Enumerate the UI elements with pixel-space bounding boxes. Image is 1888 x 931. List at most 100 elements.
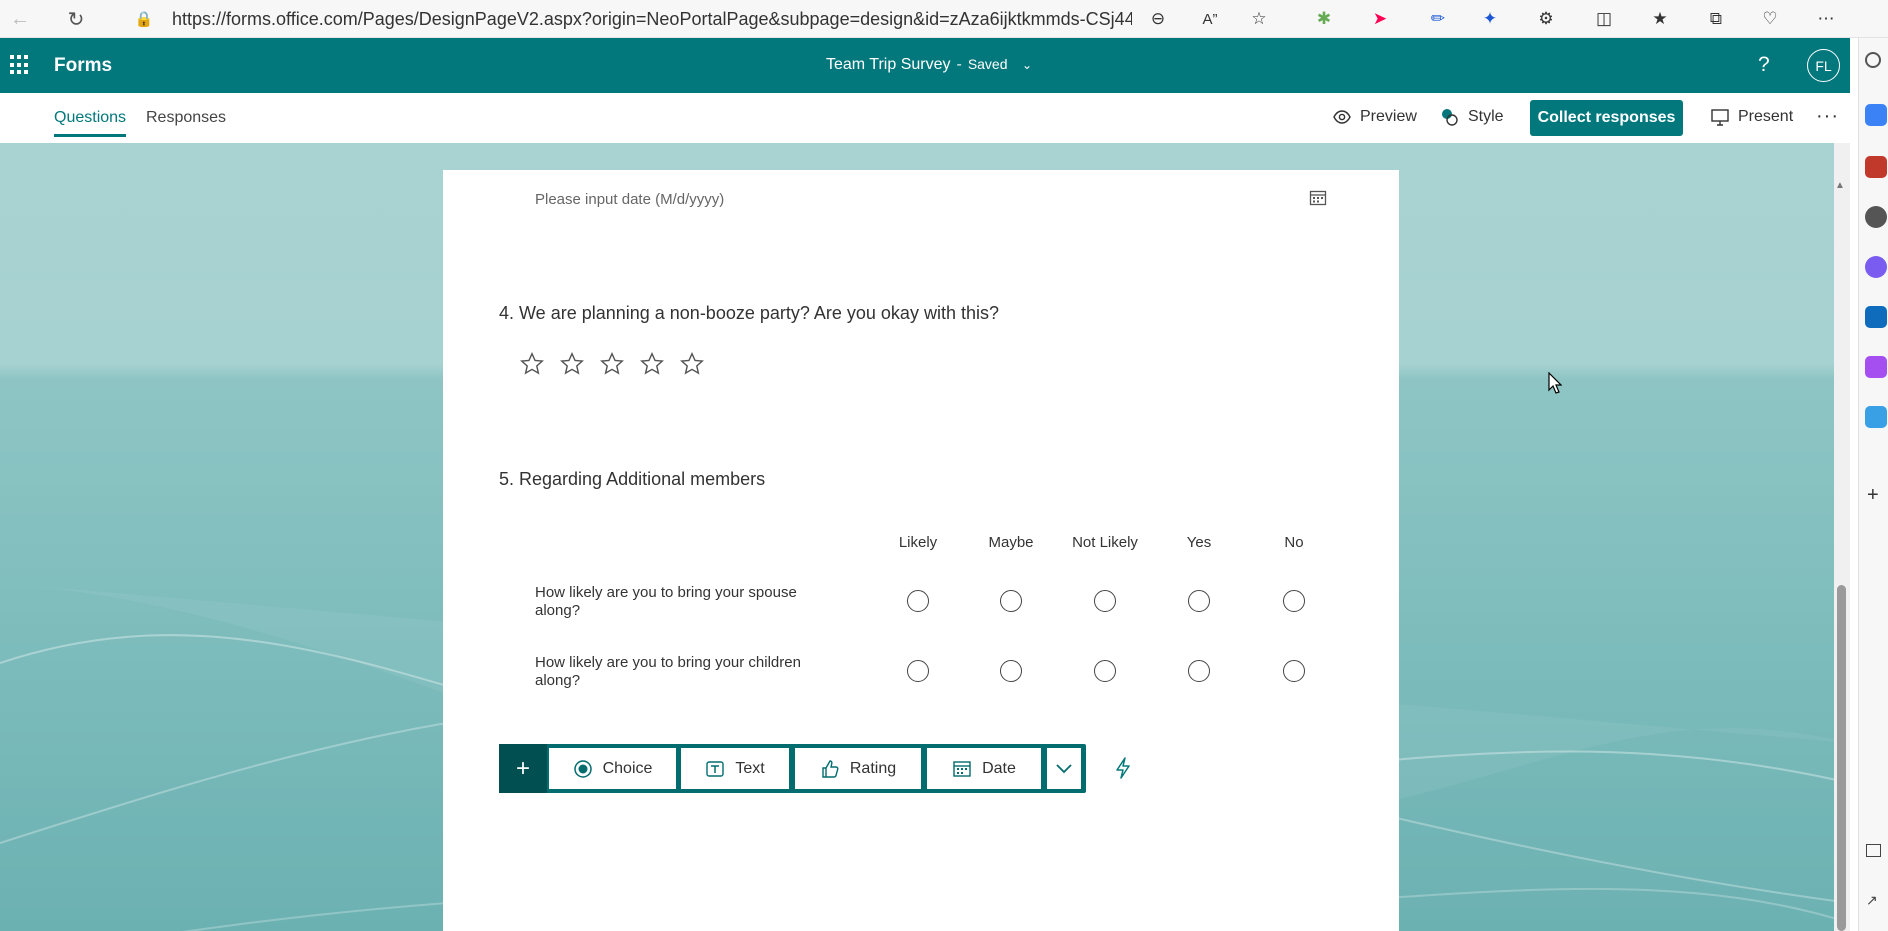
edge-sidebar: + ↗ bbox=[1858, 38, 1888, 931]
likert-radio[interactable] bbox=[1000, 590, 1022, 612]
extension-swift-icon[interactable]: ➤ bbox=[1368, 7, 1392, 31]
app-name[interactable]: Forms bbox=[54, 55, 112, 77]
likert-column-header: No bbox=[1284, 534, 1304, 551]
likert-radio[interactable] bbox=[1094, 590, 1116, 612]
present-label: Present bbox=[1738, 108, 1794, 125]
lock-icon[interactable]: 🔒 bbox=[130, 5, 158, 33]
likert-radio[interactable] bbox=[1283, 590, 1305, 612]
eye-icon bbox=[1333, 110, 1351, 124]
more-question-types-button[interactable] bbox=[1047, 748, 1081, 789]
read-aloud-icon[interactable]: A” bbox=[1198, 7, 1222, 31]
favorite-star-icon[interactable]: ☆ bbox=[1247, 7, 1271, 31]
likert-radio[interactable] bbox=[1188, 590, 1210, 612]
extensions-icon[interactable]: ⚙ bbox=[1534, 7, 1558, 31]
preview-label: Preview bbox=[1360, 108, 1417, 125]
office-icon[interactable] bbox=[1865, 256, 1887, 278]
tools-briefcase-icon[interactable] bbox=[1865, 156, 1887, 178]
likert-row-label: How likely are you to bring your spouse … bbox=[535, 584, 797, 619]
save-status: Saved bbox=[967, 56, 1008, 72]
add-date-button[interactable]: Date bbox=[927, 748, 1041, 789]
shopping-tag-icon[interactable] bbox=[1865, 104, 1887, 126]
likert-row-label: How likely are you to bring your childre… bbox=[535, 654, 801, 689]
back-icon[interactable]: ← bbox=[6, 5, 34, 33]
likert-radio[interactable] bbox=[907, 590, 929, 612]
question-4-title[interactable]: 4. We are planning a non-booze party? Ar… bbox=[499, 303, 999, 324]
tab-questions[interactable]: Questions bbox=[54, 109, 127, 137]
chevron-down-icon[interactable]: ⌄ bbox=[1022, 58, 1032, 72]
mouse-cursor-icon bbox=[1548, 372, 1562, 394]
likert-column-header: Maybe bbox=[988, 534, 1034, 551]
question-5-title[interactable]: 5. Regarding Additional members bbox=[499, 469, 765, 490]
likert-column-header: Not Likely bbox=[1072, 534, 1138, 551]
date-input[interactable]: Please input date (M/d/yyyy) bbox=[535, 191, 724, 208]
text-icon bbox=[706, 760, 725, 777]
help-icon[interactable]: ? bbox=[1758, 53, 1770, 77]
calendar-icon[interactable] bbox=[1309, 189, 1327, 207]
refresh-icon[interactable]: ↻ bbox=[62, 5, 90, 33]
radio-choice-icon bbox=[573, 759, 592, 778]
designer-icon[interactable] bbox=[1865, 356, 1887, 378]
forms-header: Forms Team Trip Survey - Saved ⌄ ? FL bbox=[0, 38, 1850, 93]
add-sidebar-icon[interactable]: + bbox=[1867, 484, 1879, 507]
lightning-icon[interactable] bbox=[1112, 756, 1134, 780]
chevron-down-icon bbox=[1056, 763, 1072, 773]
extension-bug-icon[interactable]: ✱ bbox=[1312, 7, 1336, 31]
star-icon[interactable] bbox=[639, 351, 665, 377]
monitor-icon bbox=[1711, 109, 1729, 126]
extension-picker-icon[interactable]: ✏ bbox=[1426, 7, 1450, 31]
sidebar-toggle-icon[interactable] bbox=[1866, 844, 1881, 857]
add-question-button[interactable]: + bbox=[499, 744, 547, 793]
address-bar[interactable]: https://forms.office.com/Pages/DesignPag… bbox=[172, 9, 1132, 30]
app-launcher-icon[interactable] bbox=[10, 55, 30, 75]
open-external-icon[interactable]: ↗ bbox=[1866, 892, 1878, 909]
avatar[interactable]: FL bbox=[1807, 49, 1840, 82]
settings-more-icon[interactable]: ⋯ bbox=[1814, 7, 1838, 31]
send-icon[interactable] bbox=[1865, 406, 1887, 428]
extension-flame-icon[interactable]: ✦ bbox=[1478, 7, 1502, 31]
rating-label: Rating bbox=[849, 759, 897, 777]
title-separator: - bbox=[956, 56, 962, 73]
likert-radio[interactable] bbox=[1283, 660, 1305, 682]
preview-button[interactable]: Preview bbox=[1332, 107, 1417, 127]
likert-column-header: Likely bbox=[898, 534, 938, 551]
tab-responses[interactable]: Responses bbox=[146, 109, 226, 127]
split-screen-icon[interactable]: ◫ bbox=[1592, 7, 1616, 31]
style-label: Style bbox=[1468, 108, 1504, 125]
form-title-text: Team Trip Survey bbox=[826, 56, 951, 73]
scroll-up-arrow-icon[interactable]: ▲ bbox=[1835, 180, 1845, 191]
add-text-button[interactable]: Text bbox=[681, 748, 789, 789]
collect-responses-button[interactable]: Collect responses bbox=[1530, 100, 1683, 136]
present-button[interactable]: Present bbox=[1710, 107, 1793, 127]
form-card: Please input date (M/d/yyyy) 4. We are p… bbox=[443, 170, 1399, 931]
zoom-out-icon[interactable]: ⊖ bbox=[1146, 7, 1170, 31]
people-icon[interactable] bbox=[1865, 206, 1887, 228]
likert-radio[interactable] bbox=[1000, 660, 1022, 682]
likert-radio[interactable] bbox=[1094, 660, 1116, 682]
outlook-icon[interactable] bbox=[1865, 306, 1887, 328]
browser-toolbar: ← ↻ 🔒 https://forms.office.com/Pages/Des… bbox=[0, 0, 1888, 38]
star-icon[interactable] bbox=[559, 351, 585, 377]
scrollbar-thumb[interactable] bbox=[1837, 585, 1846, 931]
add-choice-button[interactable]: Choice bbox=[549, 748, 676, 789]
form-title[interactable]: Team Trip Survey - Saved ⌄ bbox=[826, 56, 1032, 74]
add-rating-button[interactable]: Rating bbox=[795, 748, 921, 789]
collections-icon[interactable]: ⧉ bbox=[1704, 7, 1728, 31]
likert-radio[interactable] bbox=[1188, 660, 1210, 682]
star-icon[interactable] bbox=[519, 351, 545, 377]
date-label: Date bbox=[982, 759, 1016, 777]
browser-essentials-icon[interactable]: ♡ bbox=[1758, 7, 1782, 31]
search-icon[interactable] bbox=[1865, 52, 1881, 68]
calendar-icon bbox=[953, 760, 971, 777]
star-rating bbox=[519, 351, 705, 377]
text-label: Text bbox=[735, 759, 765, 777]
star-icon[interactable] bbox=[679, 351, 705, 377]
thumbs-up-icon bbox=[822, 759, 839, 778]
more-options-button[interactable]: ··· bbox=[1816, 105, 1839, 128]
favorites-icon[interactable]: ★ bbox=[1648, 7, 1672, 31]
style-button[interactable]: Style bbox=[1440, 107, 1504, 127]
star-icon[interactable] bbox=[599, 351, 625, 377]
likert-column-header: Yes bbox=[1186, 534, 1212, 551]
likert-radio[interactable] bbox=[907, 660, 929, 682]
command-bar: Questions Responses Preview Style Collec… bbox=[0, 93, 1850, 143]
add-question-toolbar: + Choice Text Rating Date bbox=[499, 744, 1086, 793]
